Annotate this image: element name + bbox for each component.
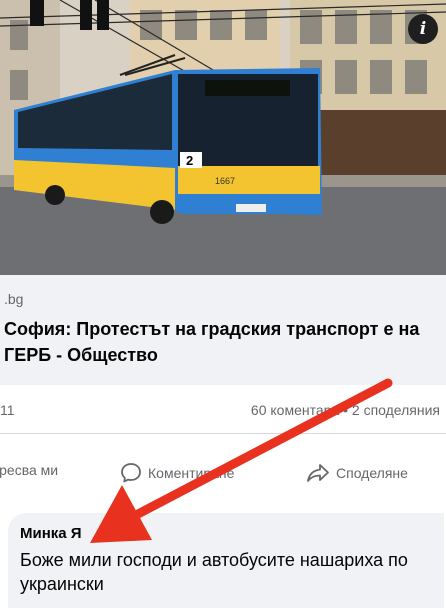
share-button[interactable]: Споделяне <box>306 462 408 484</box>
share-label: Споделяне <box>336 465 408 481</box>
comment-icon <box>121 463 141 483</box>
comment-author[interactable]: Минка Я <box>20 525 82 542</box>
link-domain: .bg <box>4 291 24 307</box>
article-photo[interactable]: 2 1667 i <box>0 0 446 275</box>
comment-button[interactable]: Коментиране <box>120 462 234 484</box>
share-icon <box>307 464 329 482</box>
like-button[interactable]: Харесва ми <box>0 462 58 478</box>
info-icon[interactable]: i <box>408 14 438 44</box>
action-bar: Харесва ми Коментиране Споделяне <box>0 434 446 504</box>
comment-label: Коментиране <box>148 465 235 481</box>
link-preview[interactable]: .bg София: Протестът на градския транспо… <box>0 275 446 385</box>
fleet-number: 1667 <box>215 176 235 186</box>
comment-share-count[interactable]: 60 коментара • 2 споделяния <box>251 402 440 418</box>
reaction-stats: 11 60 коментара • 2 споделяния <box>0 385 446 433</box>
trolleybus-photo: 2 1667 <box>0 0 446 275</box>
like-label: Харесва ми <box>0 462 59 478</box>
comment-text: Боже мили господи и автобусите нашариха … <box>20 550 408 594</box>
comment-bubble[interactable]: Минка Я Боже мили господи и автобусите н… <box>8 513 444 608</box>
reaction-count[interactable]: 11 <box>0 402 15 418</box>
route-number: 2 <box>186 153 193 168</box>
link-headline[interactable]: София: Протестът на градския транспорт е… <box>4 316 438 368</box>
